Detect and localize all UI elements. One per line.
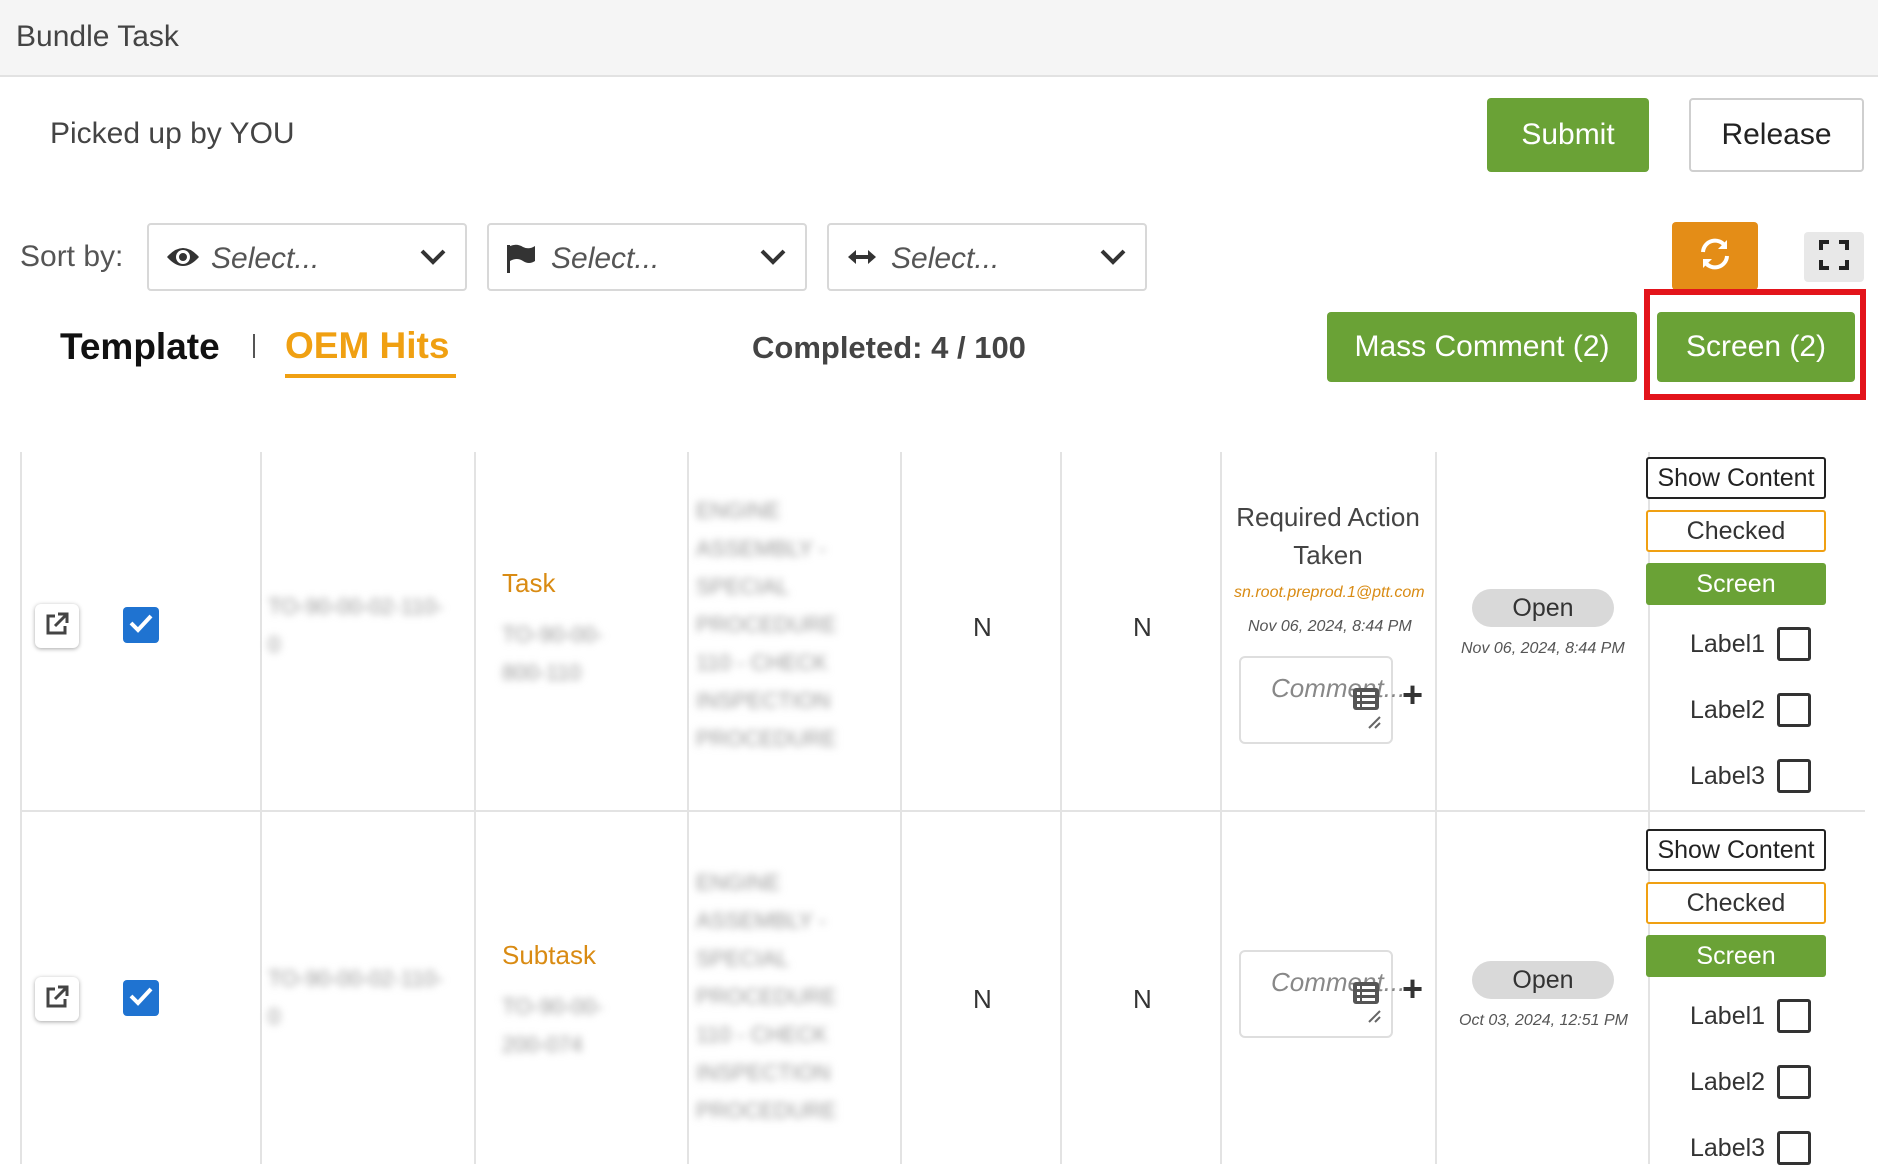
highlight-box xyxy=(1644,289,1866,400)
row-type[interactable]: Task xyxy=(502,568,555,599)
title-bar: Bundle Task xyxy=(0,0,1878,77)
sort-select-flag[interactable]: Select... xyxy=(487,223,807,291)
row-type-sub-blurred: TO-90-00- 800-110 xyxy=(502,622,604,685)
checked-button[interactable]: Checked xyxy=(1646,510,1826,552)
external-link-icon xyxy=(44,611,70,642)
row-checkbox[interactable] xyxy=(123,980,159,1016)
add-comment-button[interactable]: + xyxy=(1402,674,1423,716)
arrows-horizontal-icon xyxy=(845,243,879,276)
label3-checkbox[interactable] xyxy=(1777,1131,1811,1165)
tab-template[interactable]: Template xyxy=(60,326,220,368)
chevron-down-icon xyxy=(759,247,787,272)
tab-separator xyxy=(253,334,255,358)
label1-text: Label1 xyxy=(1690,630,1766,658)
label2-text: Label2 xyxy=(1690,1068,1766,1096)
window-title: Bundle Task xyxy=(16,20,179,53)
label2-checkbox[interactable] xyxy=(1777,1065,1811,1099)
comment-placeholder: Comment... xyxy=(1271,673,1406,703)
external-link-icon xyxy=(44,984,70,1015)
chevron-down-icon xyxy=(419,247,447,272)
status-badge: Open xyxy=(1472,961,1614,999)
show-content-button[interactable]: Show Content xyxy=(1646,457,1826,499)
flag-icon xyxy=(505,243,537,280)
submit-button[interactable]: Submit xyxy=(1487,98,1649,172)
mass-comment-button[interactable]: Mass Comment (2) xyxy=(1327,312,1637,382)
list-icon xyxy=(1353,688,1379,715)
resize-handle-icon[interactable] xyxy=(1367,1009,1381,1028)
status-date: Oct 03, 2024, 12:51 PM xyxy=(1459,1012,1628,1029)
row-id-blurred: TO-90-00-02-110- 0 xyxy=(268,966,444,1029)
label3-checkbox[interactable] xyxy=(1777,759,1811,793)
status-date: Nov 06, 2024, 8:44 PM xyxy=(1461,640,1625,657)
row-col-n2: N xyxy=(1133,984,1152,1014)
label3-text: Label3 xyxy=(1690,762,1766,790)
row-screen-button[interactable]: Screen xyxy=(1646,563,1826,605)
show-content-button[interactable]: Show Content xyxy=(1646,829,1826,871)
status-badge: Open xyxy=(1472,589,1614,627)
refresh-button[interactable] xyxy=(1672,222,1758,290)
add-comment-button[interactable]: + xyxy=(1402,968,1423,1010)
sort-select-view-placeholder: Select... xyxy=(211,242,320,275)
label1-checkbox[interactable] xyxy=(1777,627,1811,661)
chevron-down-icon xyxy=(1099,247,1127,272)
row-description-blurred: ENGINE ASSEMBLY - SPECIAL PROCEDURE 110 - C… xyxy=(696,870,837,1123)
open-link-button[interactable] xyxy=(35,977,79,1021)
comment-input[interactable]: Comment... xyxy=(1239,656,1406,744)
row-checkbox[interactable] xyxy=(123,607,159,643)
row-col-n1: N xyxy=(973,612,992,642)
check-icon xyxy=(128,985,154,1012)
label3-text: Label3 xyxy=(1690,1134,1766,1162)
row-col-n2: N xyxy=(1133,612,1152,642)
release-button[interactable]: Release xyxy=(1689,98,1864,172)
completed-value: 4 / 100 xyxy=(931,330,1026,365)
sort-select-flag-placeholder: Select... xyxy=(551,242,660,275)
hits-table: TO-90-00-02-110- 0 Task TO-90-00- 800-110 … xyxy=(20,452,1865,1164)
sort-select-direction-placeholder: Select... xyxy=(891,242,1000,275)
fullscreen-button[interactable] xyxy=(1804,232,1864,282)
row-type-sub-blurred: TO-90-00- 200-074 xyxy=(502,994,604,1057)
label1-checkbox[interactable] xyxy=(1777,999,1811,1033)
completed-counter: Completed: 4 / 100 xyxy=(752,330,1026,366)
picked-by-text: Picked up by YOU xyxy=(50,117,295,150)
expand-icon xyxy=(1818,239,1850,276)
checked-button[interactable]: Checked xyxy=(1646,882,1826,924)
sort-by-label: Sort by: xyxy=(20,240,124,273)
list-icon xyxy=(1353,982,1379,1009)
check-icon xyxy=(128,612,154,639)
row-description-blurred: ENGINE ASSEMBLY - SPECIAL PROCEDURE 110 - C… xyxy=(696,498,837,751)
comment-input[interactable]: Comment... xyxy=(1239,950,1406,1038)
open-link-button[interactable] xyxy=(35,604,79,648)
refresh-icon xyxy=(1697,236,1733,277)
required-action-text: Required Action Taken xyxy=(1236,502,1420,570)
action-date: Nov 06, 2024, 8:44 PM xyxy=(1248,618,1412,635)
row-type[interactable]: Subtask xyxy=(502,940,596,971)
eye-icon xyxy=(165,243,201,276)
label2-checkbox[interactable] xyxy=(1777,693,1811,727)
completed-label: Completed: xyxy=(752,330,923,365)
row-id-blurred: TO-90-00-02-110- 0 xyxy=(268,594,444,657)
comment-placeholder: Comment... xyxy=(1271,967,1406,997)
label2-text: Label2 xyxy=(1690,696,1766,724)
resize-handle-icon[interactable] xyxy=(1367,715,1381,734)
active-tab-underline xyxy=(285,374,456,378)
row-col-n1: N xyxy=(973,984,992,1014)
row-screen-button[interactable]: Screen xyxy=(1646,935,1826,977)
tab-oem-hits[interactable]: OEM Hits xyxy=(285,325,449,367)
sort-select-view[interactable]: Select... xyxy=(147,223,467,291)
action-user-email: sn.root.preprod.1@ptt.com xyxy=(1234,584,1425,601)
sort-select-direction[interactable]: Select... xyxy=(827,223,1147,291)
label1-text: Label1 xyxy=(1690,1002,1766,1030)
